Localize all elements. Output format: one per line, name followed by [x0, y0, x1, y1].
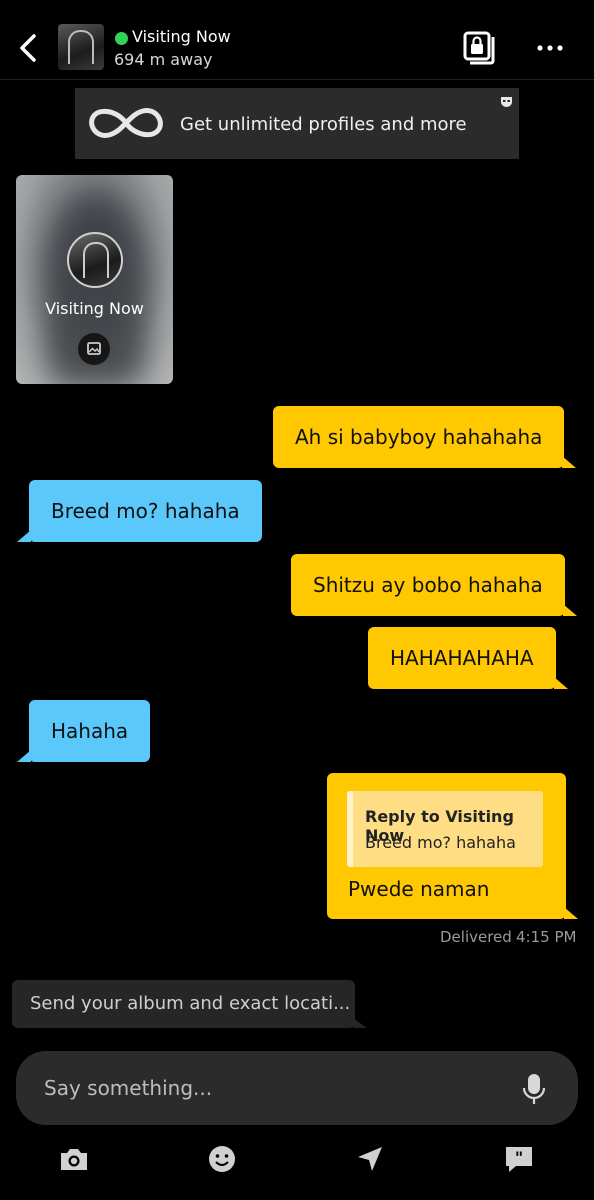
chat-header: Visiting Now 694 m away: [0, 0, 594, 80]
upgrade-banner-text: Get unlimited profiles and more: [180, 114, 467, 135]
emoji-icon[interactable]: [205, 1142, 239, 1176]
delivery-status: Delivered: [440, 928, 512, 946]
quick-replies-icon[interactable]: ": [502, 1142, 536, 1176]
profile-card-avatar: [67, 232, 123, 288]
microphone-icon[interactable]: [522, 1072, 546, 1106]
outgoing-reply-message[interactable]: Reply to Visiting Now Breed mo? hahaha P…: [327, 773, 578, 919]
image-icon: [78, 333, 110, 365]
online-indicator: [115, 32, 128, 45]
profile-name[interactable]: Visiting Now: [132, 27, 231, 46]
profile-distance: 694 m away: [114, 50, 213, 69]
svg-text:": ": [515, 1148, 523, 1167]
shared-profile-card[interactable]: Visiting Now: [16, 175, 173, 384]
outgoing-message[interactable]: HAHAHAHAHA: [368, 627, 568, 689]
more-horizontal-icon[interactable]: [534, 34, 566, 62]
suggested-message[interactable]: Send your album and exact locati...: [12, 980, 355, 1028]
chevron-left-icon[interactable]: [12, 28, 44, 68]
message-composer: [16, 1051, 578, 1125]
quoted-message[interactable]: Reply to Visiting Now Breed mo? hahaha: [347, 791, 543, 867]
camera-icon[interactable]: [57, 1142, 91, 1176]
profile-avatar[interactable]: [58, 24, 104, 70]
upgrade-banner[interactable]: Get unlimited profiles and more: [75, 88, 519, 159]
incoming-message[interactable]: Hahaha: [16, 700, 151, 762]
reply-message-text: Pwede naman: [348, 877, 490, 901]
quoted-message-body: Breed mo? hahaha: [365, 833, 516, 852]
infinity-icon: [89, 108, 163, 138]
grindr-mask-icon: [501, 97, 512, 107]
private-album-icon[interactable]: [462, 30, 498, 66]
message-time: 4:15 PM: [516, 928, 577, 946]
message-input[interactable]: [44, 1071, 484, 1105]
profile-card-name: Visiting Now: [45, 299, 144, 318]
outgoing-message[interactable]: Ah si babyboy hahahaha: [273, 406, 577, 468]
location-arrow-icon[interactable]: [353, 1142, 387, 1176]
outgoing-message[interactable]: Shitzu ay bobo hahaha: [291, 554, 577, 616]
incoming-message[interactable]: Breed mo? hahaha: [17, 480, 262, 542]
